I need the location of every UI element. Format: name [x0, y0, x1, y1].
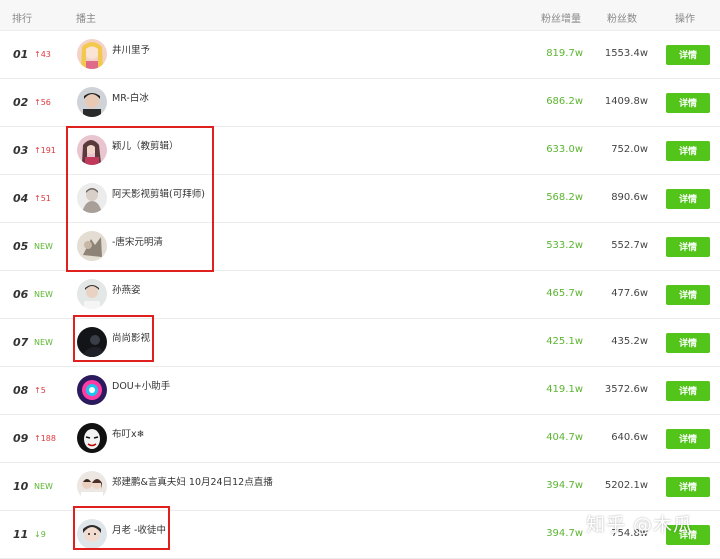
- anchor-name[interactable]: 郑建鹏&言真夫妇 10月24日12点直播: [112, 474, 273, 488]
- table-row: 01 ↑43 井川里予 819.7w 1553.4w 详情: [0, 31, 720, 79]
- avatar[interactable]: [77, 519, 107, 549]
- fan-increase: 425.1w: [546, 336, 583, 347]
- fan-count: 477.6w: [611, 288, 648, 299]
- detail-button[interactable]: 详情: [666, 285, 710, 305]
- avatar[interactable]: [77, 327, 107, 357]
- detail-button[interactable]: 详情: [666, 333, 710, 353]
- fan-count: 890.6w: [611, 192, 648, 203]
- avatar[interactable]: [77, 471, 107, 501]
- avatar[interactable]: [77, 375, 107, 405]
- detail-button[interactable]: 详情: [666, 189, 710, 209]
- rank-change: ↑51: [34, 194, 51, 203]
- anchor-name[interactable]: 颖儿（教剪辑）: [112, 138, 179, 152]
- table-row: 05 NEW -唐宋元明清 533.2w 552.7w 详情: [0, 223, 720, 271]
- rank-number: 09: [13, 432, 29, 445]
- table-row: 10 NEW 郑建鹏&言真夫妇 10月24日12点直播 394.7w 5202.…: [0, 463, 720, 511]
- table-row: 09 ↑188 布叮x❄ 404.7w 640.6w 详情: [0, 415, 720, 463]
- table-row: 04 ↑51 阿天影视剪辑(可拜师) 568.2w 890.6w 详情: [0, 175, 720, 223]
- rank-change: NEW: [34, 290, 53, 299]
- avatar[interactable]: [77, 39, 107, 69]
- rank-number: 11: [13, 528, 29, 541]
- fan-count: 1409.8w: [604, 96, 648, 107]
- rank-change: NEW: [34, 482, 53, 491]
- anchor-name[interactable]: 布叮x❄: [112, 426, 145, 440]
- rank-number: 10: [13, 480, 29, 493]
- table-row: 03 ↑191 颖儿（教剪辑） 633.0w 752.0w 详情: [0, 127, 720, 175]
- rank-change: NEW: [34, 242, 53, 251]
- table-row: 02 ↑56 MR-白冰 686.2w 1409.8w 详情: [0, 79, 720, 127]
- anchor-name[interactable]: DOU+小助手: [112, 378, 170, 392]
- anchor-name[interactable]: 井川里予: [112, 42, 150, 56]
- fan-count: 640.6w: [611, 432, 648, 443]
- avatar[interactable]: [77, 231, 107, 261]
- rank-change: ↓9: [34, 530, 46, 539]
- avatar[interactable]: [77, 87, 107, 117]
- fan-increase: 394.7w: [546, 480, 583, 491]
- fan-increase: 419.1w: [546, 384, 583, 395]
- anchor-name[interactable]: 孙燕姿: [112, 282, 141, 296]
- header-action: 操作: [675, 14, 695, 25]
- rank-number: 05: [13, 240, 29, 253]
- header-rank: 排行: [12, 14, 32, 25]
- fan-increase: 533.2w: [546, 240, 583, 251]
- detail-button[interactable]: 详情: [666, 237, 710, 257]
- avatar[interactable]: [77, 135, 107, 165]
- watermark-text: 知乎 @木瓜: [586, 514, 694, 536]
- avatar[interactable]: [77, 423, 107, 453]
- fan-count: 1553.4w: [604, 48, 648, 59]
- fan-increase: 633.0w: [546, 144, 583, 155]
- avatar[interactable]: [77, 183, 107, 213]
- table-row: 06 NEW 孙燕姿 465.7w 477.6w 详情: [0, 271, 720, 319]
- rank-change: ↑56: [34, 98, 51, 107]
- rank-number: 03: [13, 144, 29, 157]
- fan-count: 5202.1w: [604, 480, 648, 491]
- fan-count: 435.2w: [611, 336, 648, 347]
- rank-number: 01: [13, 48, 29, 61]
- rank-change: ↑5: [34, 386, 46, 395]
- fan-increase: 404.7w: [546, 432, 583, 443]
- anchor-name[interactable]: -唐宋元明清: [112, 234, 163, 248]
- rank-change: ↑43: [34, 50, 51, 59]
- detail-button[interactable]: 详情: [666, 141, 710, 161]
- header-fans[interactable]: 粉丝数: [607, 10, 637, 25]
- fan-count: 3572.6w: [604, 384, 648, 395]
- rank-number: 02: [13, 96, 29, 109]
- avatar[interactable]: [77, 279, 107, 309]
- fan-count: 752.0w: [611, 144, 648, 155]
- fan-increase: 394.7w: [546, 528, 583, 539]
- anchor-name[interactable]: 月老 -收徒中: [112, 522, 166, 536]
- fan-increase: 819.7w: [546, 48, 583, 59]
- fan-increase: 686.2w: [546, 96, 583, 107]
- detail-button[interactable]: 详情: [666, 477, 710, 497]
- rank-change: ↑191: [34, 146, 56, 155]
- rank-number: 08: [13, 384, 29, 397]
- table-header: 排行 播主 粉丝增量 粉丝数 操作: [0, 0, 720, 31]
- rank-number: 07: [13, 336, 29, 349]
- anchor-name[interactable]: MR-白冰: [112, 90, 149, 104]
- detail-button[interactable]: 详情: [666, 429, 710, 449]
- anchor-name[interactable]: 阿天影视剪辑(可拜师): [112, 186, 205, 200]
- fan-count: 552.7w: [611, 240, 648, 251]
- rank-number: 04: [13, 192, 29, 205]
- rank-change: NEW: [34, 338, 53, 347]
- table-row: 07 NEW 尚尚影视 425.1w 435.2w 详情: [0, 319, 720, 367]
- detail-button[interactable]: 详情: [666, 381, 710, 401]
- fan-increase: 568.2w: [546, 192, 583, 203]
- rank-number: 06: [13, 288, 29, 301]
- detail-button[interactable]: 详情: [666, 93, 710, 113]
- header-anchor: 播主: [76, 14, 96, 25]
- anchor-name[interactable]: 尚尚影视: [112, 330, 150, 344]
- fan-increase: 465.7w: [546, 288, 583, 299]
- rank-change: ↑188: [34, 434, 56, 443]
- header-fan-increase[interactable]: 粉丝增量: [541, 10, 581, 25]
- detail-button[interactable]: 详情: [666, 45, 710, 65]
- table-row: 08 ↑5 DOU+小助手 419.1w 3572.6w 详情: [0, 367, 720, 415]
